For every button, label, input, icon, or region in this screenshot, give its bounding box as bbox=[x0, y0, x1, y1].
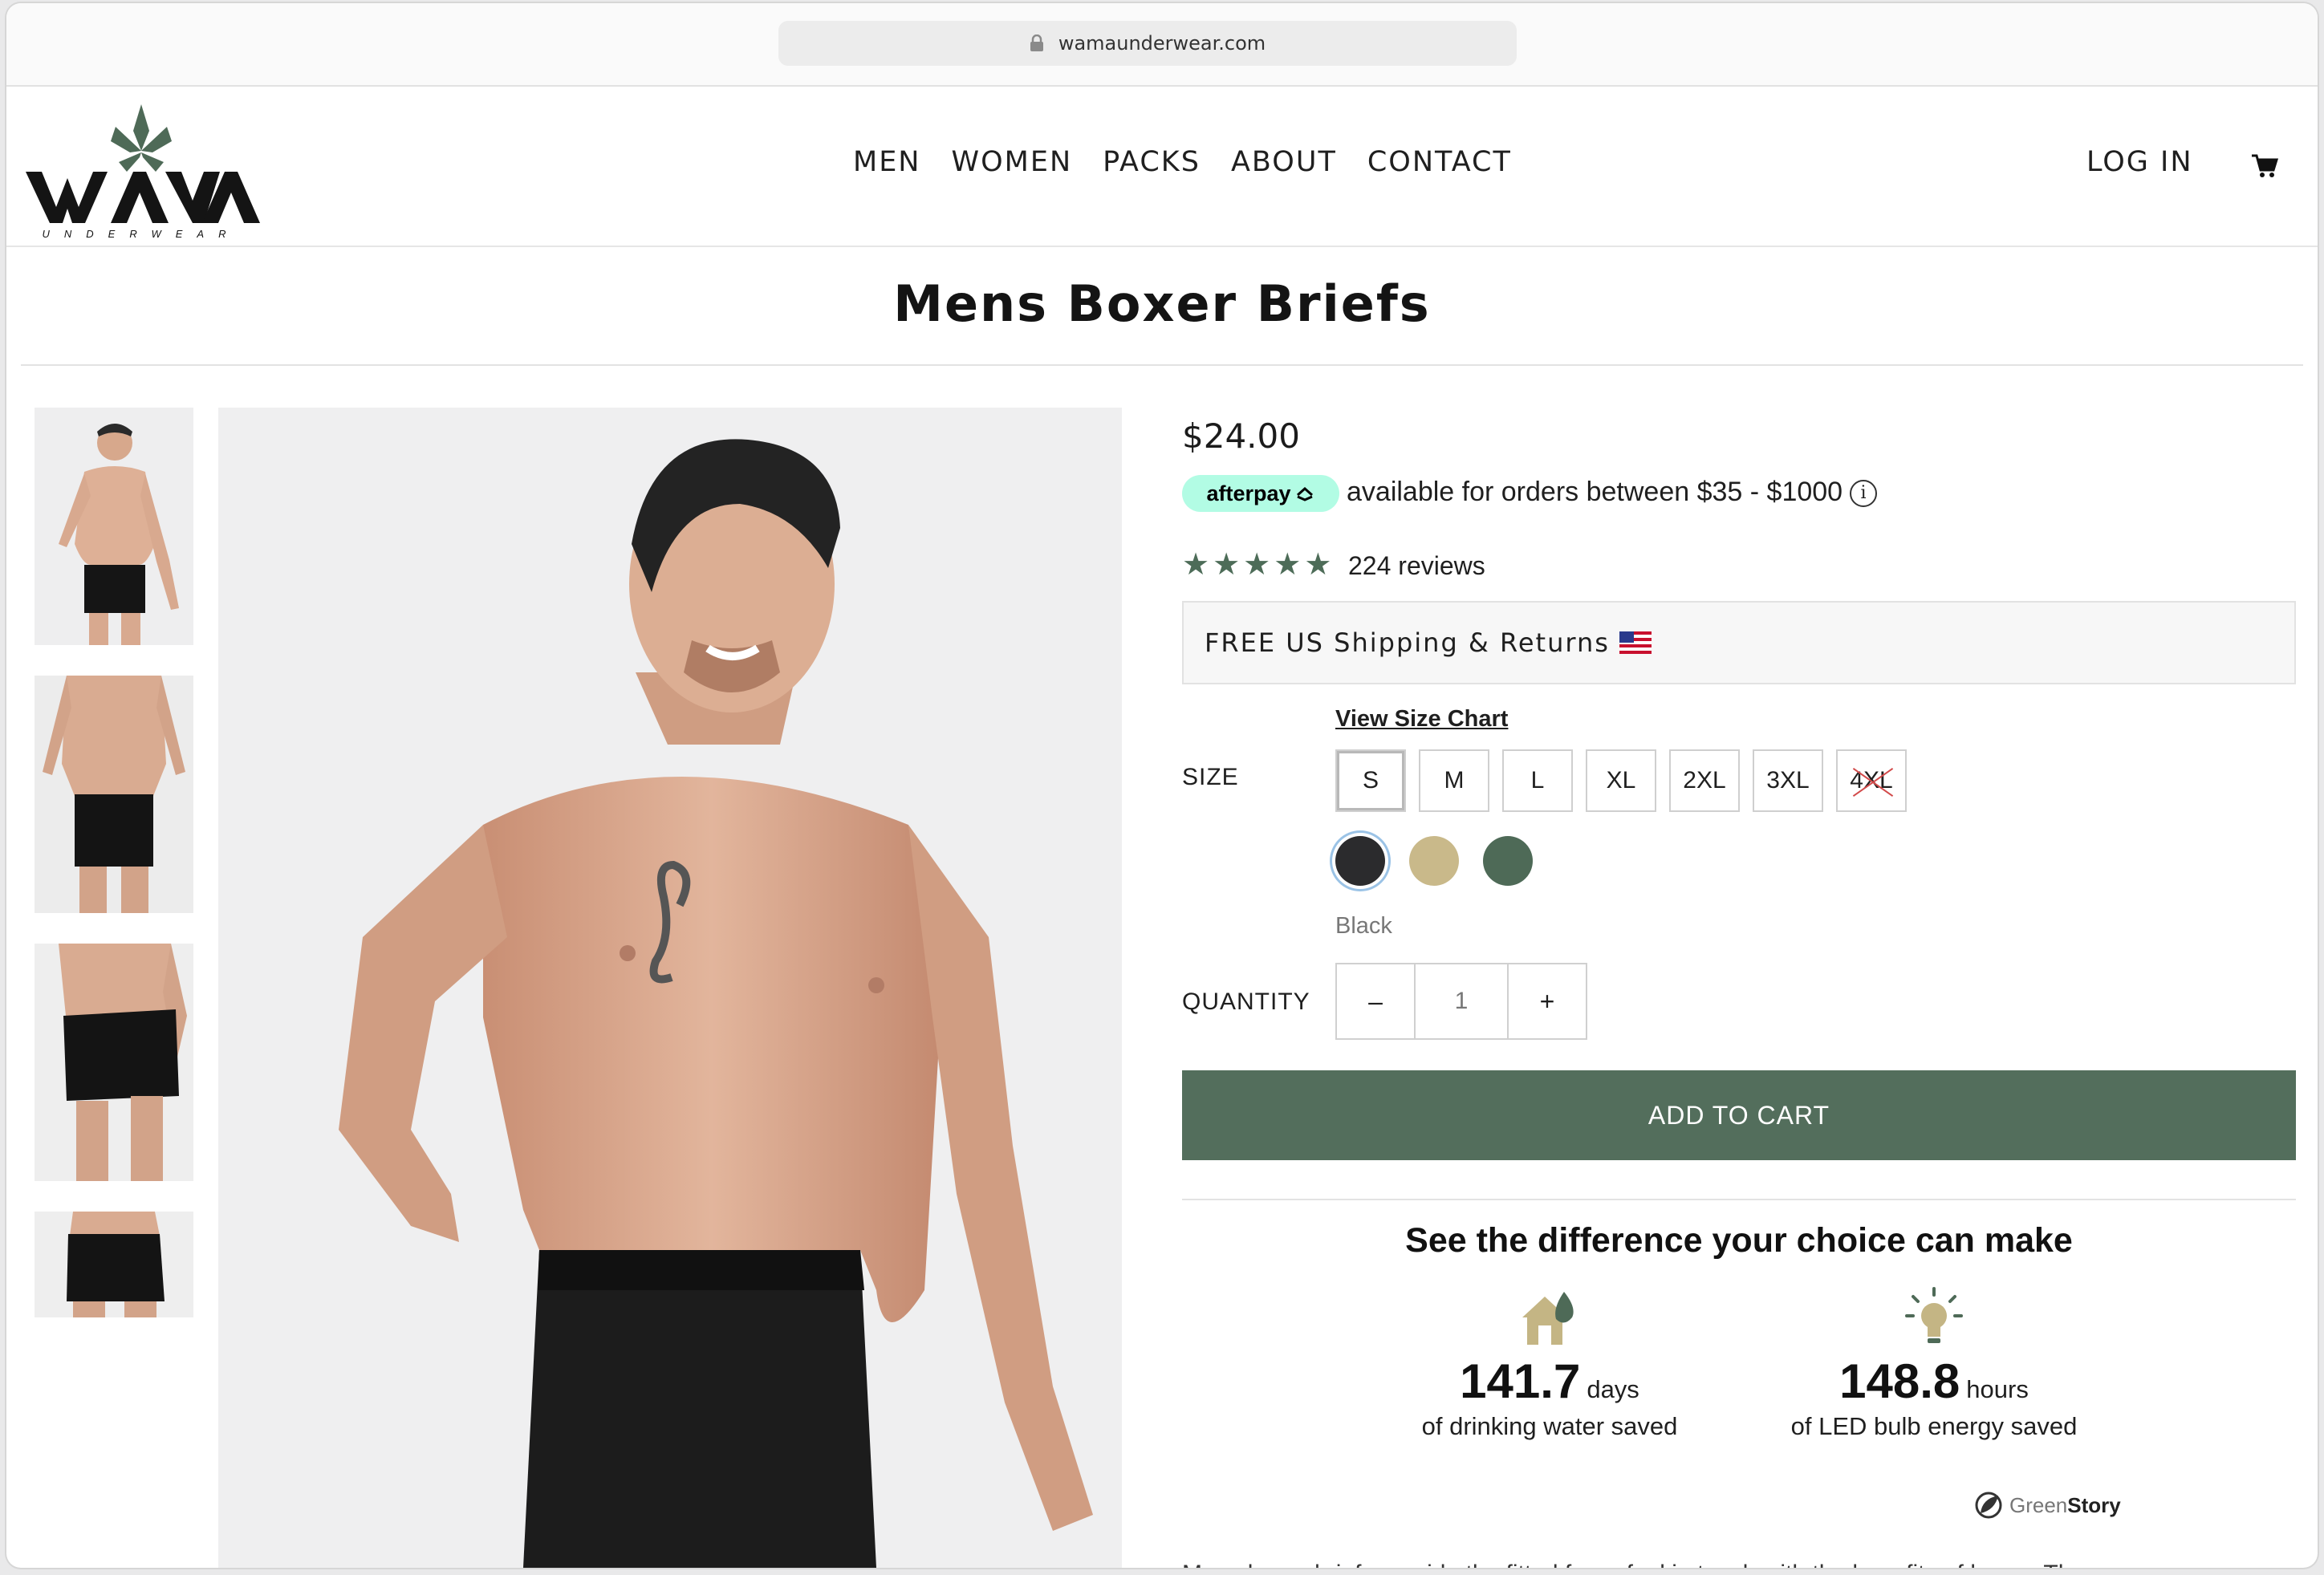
size-option-xl[interactable]: XL bbox=[1586, 749, 1656, 812]
greenstory-badge[interactable]: Green Story bbox=[1974, 1491, 2121, 1520]
url-text: wamaunderwear.com bbox=[1058, 32, 1266, 55]
nav-packs[interactable]: PACKS bbox=[1103, 146, 1201, 178]
energy-desc: of LED bulb energy saved bbox=[1790, 1412, 2078, 1440]
impact-energy: 148.8 hours of LED bulb energy saved bbox=[1749, 1287, 2119, 1441]
selected-color-name: Black bbox=[1335, 913, 1392, 939]
star-icon: ★ bbox=[1304, 548, 1332, 582]
shipping-text: FREE US Shipping & Returns bbox=[1205, 627, 1610, 658]
water-desc: of drinking water saved bbox=[1421, 1412, 1678, 1440]
quantity-label: QUANTITY bbox=[1182, 988, 1310, 1015]
url-field[interactable]: wamaunderwear.com bbox=[778, 21, 1517, 66]
house-water-icon bbox=[1522, 1292, 1574, 1345]
product-thumbnail-4[interactable] bbox=[35, 1212, 193, 1317]
star-icon: ★ bbox=[1182, 548, 1210, 582]
size-option-3xl[interactable]: 3XL bbox=[1753, 749, 1823, 812]
water-value: 141.7 bbox=[1460, 1354, 1581, 1408]
star-icon: ★ bbox=[1213, 548, 1241, 582]
cart-icon[interactable] bbox=[2250, 151, 2279, 180]
afterpay-badge[interactable]: afterpay bbox=[1182, 475, 1339, 512]
reviews-link[interactable]: 224 reviews bbox=[1348, 551, 1485, 581]
page-title: Mens Boxer Briefs bbox=[893, 274, 1431, 333]
quantity-input[interactable]: 1 bbox=[1414, 964, 1509, 1038]
color-selector bbox=[1335, 836, 1533, 886]
size-option-4xl[interactable]: 4XL bbox=[1836, 749, 1907, 812]
lock-icon bbox=[1030, 35, 1043, 51]
add-to-cart-button[interactable]: ADD TO CART bbox=[1182, 1070, 2296, 1160]
greenstory-story: Story bbox=[2067, 1492, 2121, 1517]
main-product-image[interactable] bbox=[218, 408, 1122, 1568]
color-swatch-tan[interactable] bbox=[1409, 836, 1459, 886]
afterpay-arrows-icon bbox=[1296, 486, 1313, 501]
us-flag-icon bbox=[1619, 631, 1652, 654]
quantity-increase-button[interactable]: + bbox=[1509, 964, 1586, 1038]
afterpay-info-text: available for orders between $35 - $1000 bbox=[1347, 477, 1843, 507]
afterpay-badge-label: afterpay bbox=[1206, 481, 1291, 505]
impact-title: See the difference your choice can make bbox=[1405, 1221, 2073, 1260]
greenstory-leaf-icon bbox=[1975, 1492, 2002, 1519]
view-size-chart-link[interactable]: View Size Chart bbox=[1335, 706, 1508, 733]
water-unit: days bbox=[1587, 1375, 1639, 1403]
product-thumbnail-1[interactable] bbox=[35, 408, 193, 645]
quantity-stepper: – 1 + bbox=[1335, 963, 1587, 1040]
logo-tagline: UNDERWEAR bbox=[43, 228, 241, 239]
energy-unit: hours bbox=[1966, 1375, 2029, 1403]
nav-about[interactable]: ABOUT bbox=[1231, 146, 1337, 178]
nav-contact[interactable]: CONTACT bbox=[1367, 146, 1512, 178]
energy-value: 148.8 bbox=[1839, 1354, 1960, 1408]
product-description: Mens boxer briefs provide the fitted for… bbox=[1182, 1552, 2296, 1568]
size-option-m[interactable]: M bbox=[1419, 749, 1489, 812]
browser-address-bar: wamaunderwear.com bbox=[6, 3, 2318, 87]
login-link[interactable]: LOG IN bbox=[2086, 146, 2193, 178]
quantity-decrease-button[interactable]: – bbox=[1337, 964, 1414, 1038]
main-nav: MEN WOMEN PACKS ABOUT CONTACT bbox=[853, 146, 1512, 178]
star-icon: ★ bbox=[1274, 548, 1302, 582]
product-thumbnail-3[interactable] bbox=[35, 944, 193, 1181]
product-thumbnail-2[interactable] bbox=[35, 676, 193, 913]
size-selector: S M L XL 2XL 3XL 4XL bbox=[1335, 749, 1907, 812]
nav-men[interactable]: MEN bbox=[853, 146, 921, 178]
wama-logo[interactable]: UNDERWEAR bbox=[21, 95, 262, 239]
size-option-l[interactable]: L bbox=[1502, 749, 1573, 812]
color-swatch-black[interactable] bbox=[1335, 836, 1385, 886]
size-option-2xl[interactable]: 2XL bbox=[1669, 749, 1740, 812]
info-icon[interactable]: i bbox=[1850, 480, 1877, 507]
site-header: UNDERWEAR MEN WOMEN PACKS ABOUT CONTACT … bbox=[6, 87, 2318, 247]
nav-women[interactable]: WOMEN bbox=[952, 146, 1073, 178]
size-option-s[interactable]: S bbox=[1335, 749, 1406, 812]
divider bbox=[1182, 1199, 2296, 1200]
rating-stars[interactable]: ★ ★ ★ ★ ★ bbox=[1182, 549, 1331, 581]
star-icon: ★ bbox=[1243, 548, 1271, 582]
impact-water: 141.7 days of drinking water saved bbox=[1365, 1287, 1734, 1441]
size-label: SIZE bbox=[1182, 764, 1239, 790]
divider bbox=[21, 364, 2303, 366]
shipping-banner: FREE US Shipping & Returns bbox=[1182, 601, 2296, 684]
browser-window: wamaunderwear.com UNDERWEAR MEN WOMEN PA… bbox=[6, 3, 2318, 1568]
greenstory-green: Green bbox=[2009, 1492, 2068, 1517]
product-price: $24.00 bbox=[1182, 416, 1300, 456]
lightbulb-icon bbox=[1905, 1287, 1963, 1343]
color-swatch-green[interactable] bbox=[1483, 836, 1533, 886]
